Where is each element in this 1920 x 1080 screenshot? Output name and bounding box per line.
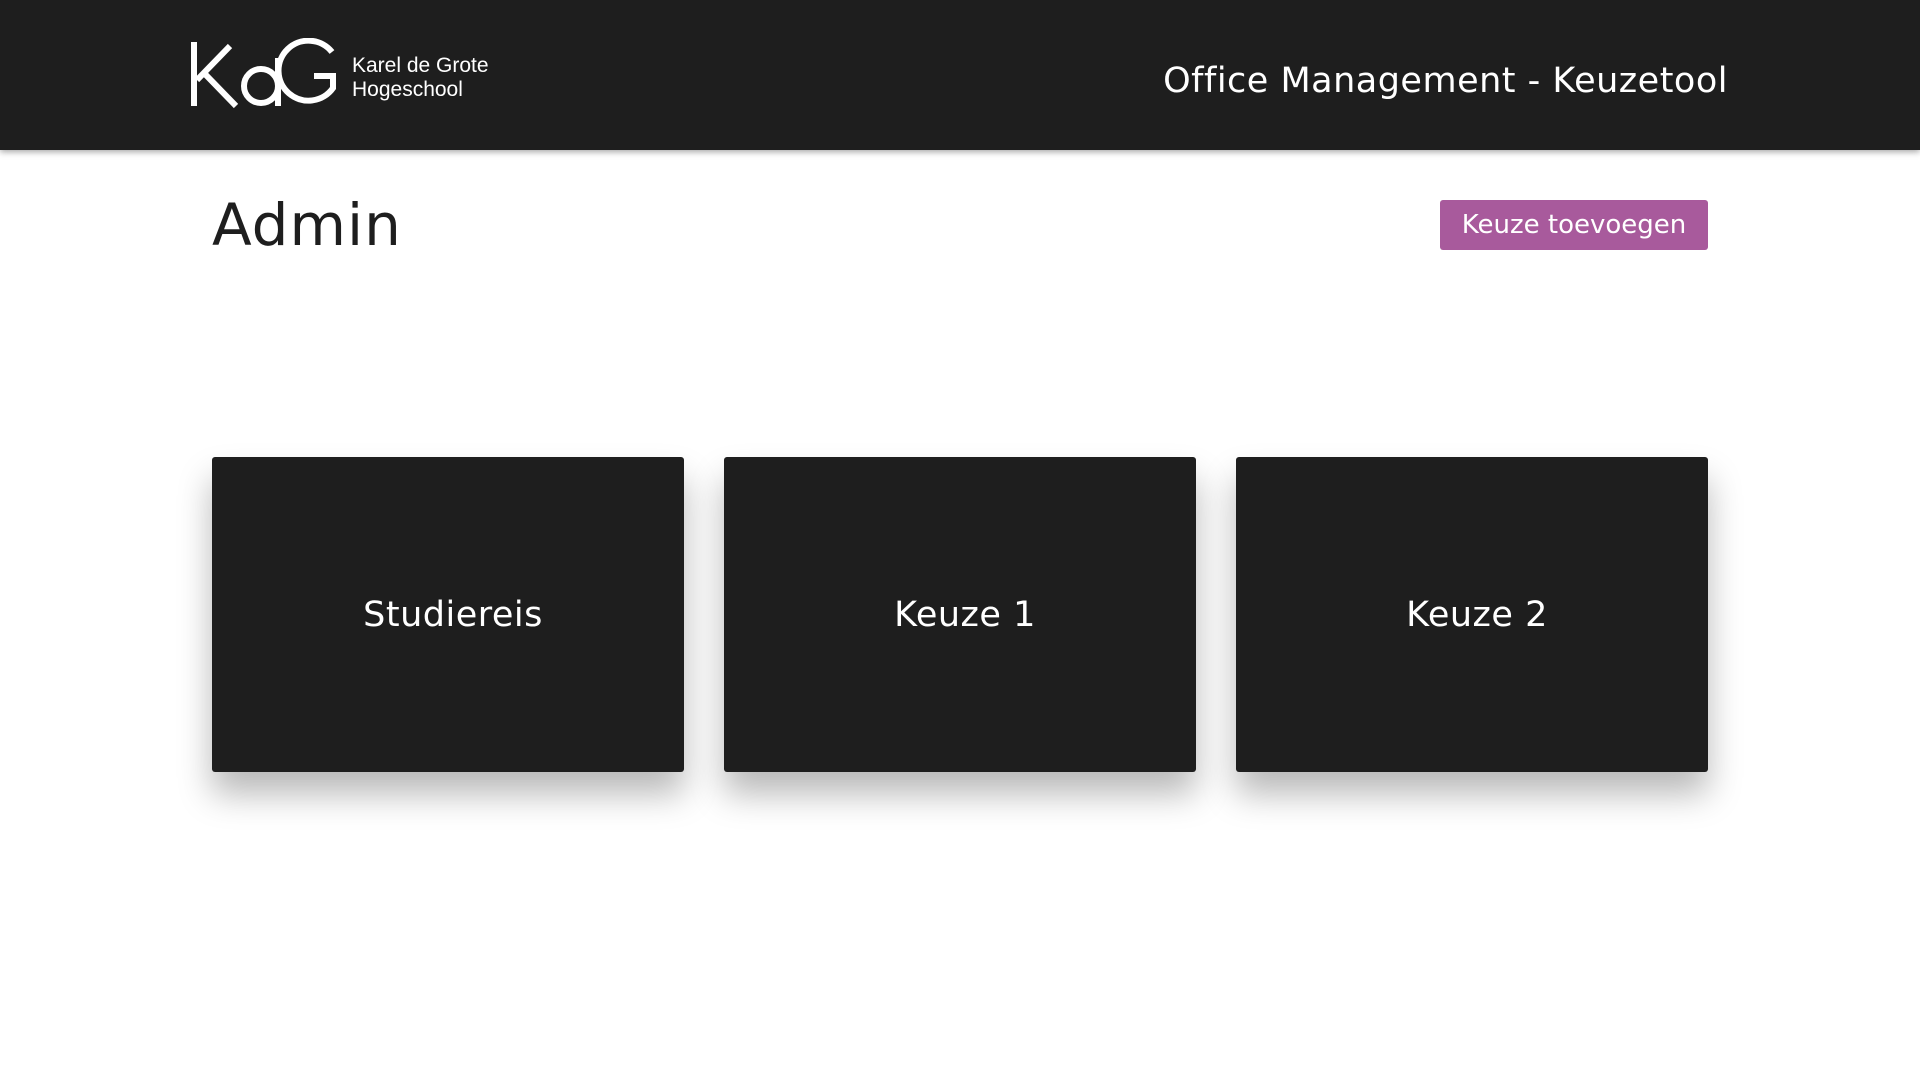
app-title: Office Management - Keuzetool: [1163, 61, 1728, 101]
choice-card-label: Keuze 1: [894, 594, 1036, 635]
kdg-logo-mark: [191, 38, 336, 109]
choice-card-label: Studiereis: [363, 594, 543, 635]
add-choice-button[interactable]: Keuze toevoegen: [1440, 200, 1708, 250]
kdg-logo[interactable]: Karel de Grote Hogeschool: [190, 38, 489, 110]
logo-line-2: Hogeschool: [352, 78, 463, 101]
choice-card-label: Keuze 2: [1406, 594, 1548, 635]
choice-card-keuze-2[interactable]: Keuze 2: [1236, 457, 1708, 772]
choice-card-studiereis[interactable]: Studiereis: [212, 457, 684, 772]
page-title: Admin: [212, 191, 402, 259]
top-header: Karel de Grote Hogeschool Office Managem…: [0, 0, 1920, 150]
logo-line-1: Karel de Grote: [352, 54, 489, 77]
choice-card-keuze-1[interactable]: Keuze 1: [724, 457, 1196, 772]
logo-wordmark: Karel de Grote Hogeschool: [352, 54, 489, 102]
choice-cards: Studiereis Keuze 1 Keuze 2: [212, 457, 1708, 772]
